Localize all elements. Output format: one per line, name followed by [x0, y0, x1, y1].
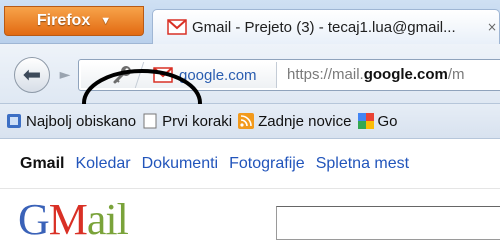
bookmark-item[interactable]: Zadnje novice — [238, 112, 352, 130]
nav-link-sites[interactable]: Spletna mest — [316, 155, 409, 173]
nav-link-documents[interactable]: Dokumenti — [142, 155, 218, 173]
url-suffix: /m — [447, 66, 465, 83]
tab-title: Gmail - Prejeto (3) - tecaj1.lua@gmail..… — [192, 18, 456, 36]
site-identity-button[interactable]: google.com — [81, 62, 277, 88]
nav-link-gmail[interactable]: Gmail — [20, 155, 64, 173]
page-icon — [143, 113, 157, 129]
tab-gmail[interactable]: Gmail - Prejeto (3) - tecaj1.lua@gmail..… — [152, 9, 500, 44]
url-text[interactable]: https://mail.google.com/m — [287, 66, 465, 83]
browser-window: Firefox ▼ Gmail - Prejeto (3) - tecaj1.l… — [0, 0, 500, 244]
back-button[interactable]: ⬅ — [14, 57, 50, 93]
identity-separator — [134, 62, 152, 88]
google-services-bar: Gmail Koledar Dokumenti Fotografije Sple… — [0, 139, 500, 189]
logo-letter-g: G — [18, 195, 50, 244]
firefox-menu-label: Firefox — [36, 12, 91, 29]
visited-icon — [7, 114, 21, 128]
address-bar[interactable]: google.com https://mail.google.com/m — [78, 59, 500, 91]
rss-feed-icon — [238, 113, 255, 129]
gmail-favicon-icon — [153, 67, 173, 83]
bookmark-label: Go — [377, 112, 398, 130]
bookmark-label: Prvi koraki — [162, 112, 233, 130]
back-arrow-icon: ⬅ — [22, 62, 42, 88]
bookmark-label: Najbolj obiskano — [26, 112, 137, 130]
logo-letters-ail: ail — [86, 195, 129, 244]
chevron-down-icon: ▼ — [100, 15, 112, 27]
firefox-menu-button[interactable]: Firefox ▼ — [4, 6, 144, 36]
nav-link-calendar[interactable]: Koledar — [75, 155, 130, 173]
url-domain: google.com — [363, 66, 448, 83]
key-icon — [113, 66, 131, 84]
url-prefix: https://mail. — [287, 66, 364, 83]
gmail-logo[interactable]: GMail — [18, 195, 129, 244]
logo-envelope-m: M — [48, 195, 88, 244]
nav-link-photos[interactable]: Fotografije — [229, 155, 305, 173]
forward-arrow-icon: ► — [59, 67, 71, 83]
bookmark-item[interactable]: Prvi koraki — [142, 113, 232, 130]
identity-domain: google.com — [179, 66, 257, 84]
forward-button[interactable]: ► — [52, 62, 78, 88]
gmail-favicon-icon — [167, 19, 187, 35]
google-logo-icon — [357, 113, 374, 129]
navigation-bar: ⬅ ► google.com https://mail.google.com/m — [0, 44, 500, 137]
tab-strip: Firefox ▼ Gmail - Prejeto (3) - tecaj1.l… — [0, 0, 500, 44]
bookmark-label: Zadnje novice — [258, 112, 352, 130]
bookmark-item[interactable]: Najbolj obiskano — [6, 113, 136, 130]
bookmark-item[interactable]: Go — [357, 112, 398, 130]
close-tab-icon[interactable]: × — [487, 20, 497, 34]
mail-search-input[interactable] — [276, 206, 500, 240]
bookmarks-toolbar: Najbolj obiskano Prvi koraki Zadnje novi… — [0, 104, 500, 139]
